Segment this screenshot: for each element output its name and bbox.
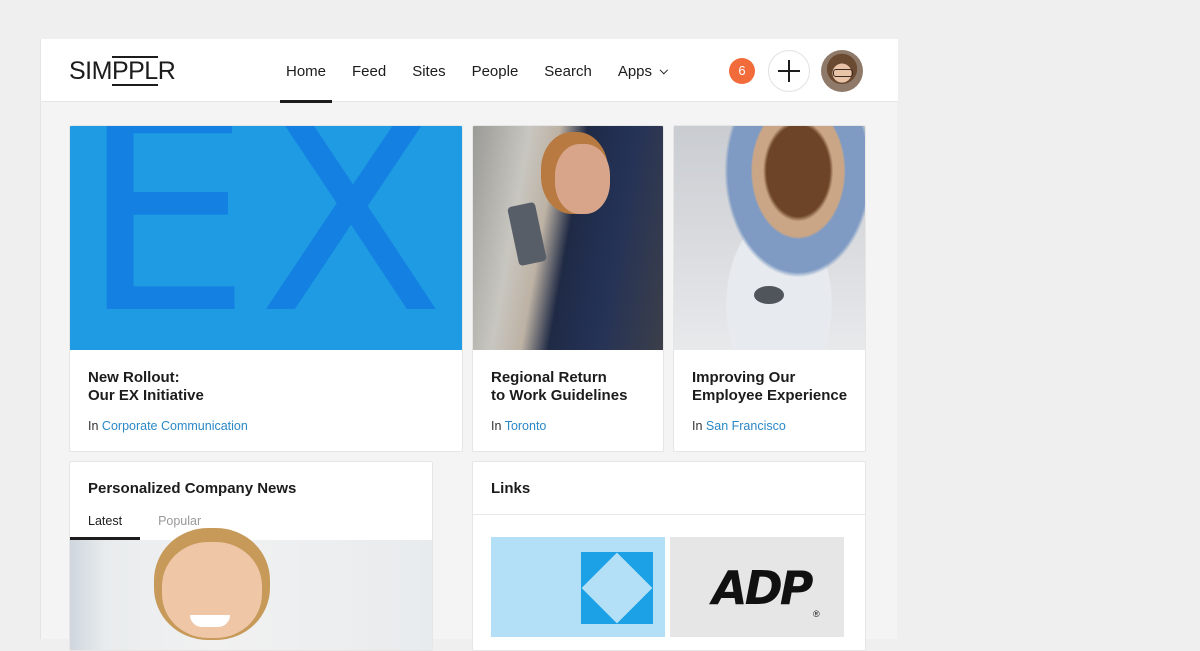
nav-apps[interactable]: Apps <box>605 39 677 102</box>
ex-text: EX <box>80 126 451 350</box>
nav-sites[interactable]: Sites <box>399 39 458 102</box>
panel-title: Personalized Company News <box>88 480 297 497</box>
user-avatar[interactable] <box>821 50 863 92</box>
logo-prefix: SIM <box>69 57 112 85</box>
site-link[interactable]: Corporate Communication <box>102 419 248 433</box>
card-meta: In San Francisco <box>692 419 853 433</box>
link-tile-adp[interactable]: ADP ® <box>670 537 844 637</box>
link-tile-blue-diamond[interactable] <box>491 537 665 637</box>
card-meta: In Corporate Communication <box>88 419 450 433</box>
nav-apps-label: Apps <box>617 63 653 80</box>
logo-suffix: R <box>157 57 176 85</box>
card-title[interactable]: Regional Return to Work Guidelines <box>491 369 651 405</box>
featured-card-toronto[interactable]: Regional Return to Work Guidelines In To… <box>472 125 664 452</box>
top-header: SIMPPLR Home Feed Sites People Search Ap… <box>41 39 898 103</box>
featured-card-ex[interactable]: EX New Rollout: Our EX Initiative In Cor… <box>69 125 463 452</box>
card-meta: In Toronto <box>491 419 651 433</box>
app-window: SIMPPLR Home Feed Sites People Search Ap… <box>40 39 898 651</box>
coffee-cup-image <box>674 126 865 350</box>
woman-with-tablet-image <box>473 126 663 350</box>
divider <box>473 514 865 515</box>
main-nav: Home Feed Sites People Search Apps <box>273 39 677 103</box>
site-link[interactable]: Toronto <box>505 419 547 433</box>
panel-title: Links <box>491 480 531 497</box>
add-button[interactable] <box>768 50 810 92</box>
smiling-woman-image[interactable] <box>70 540 432 650</box>
notification-badge[interactable]: 6 <box>729 58 755 84</box>
ex-banner-image: EX <box>70 126 462 350</box>
tab-latest[interactable]: Latest <box>70 510 141 540</box>
meta-prefix: In <box>88 419 99 433</box>
registered-mark: ® <box>813 609 820 619</box>
nav-people[interactable]: People <box>459 39 532 102</box>
site-link[interactable]: San Francisco <box>706 419 786 433</box>
links-panel: Links ADP ® <box>472 461 866 651</box>
nav-search[interactable]: Search <box>531 39 605 102</box>
nav-home[interactable]: Home <box>273 39 339 103</box>
meta-prefix: In <box>692 419 703 433</box>
news-tabs: Latest Popular <box>70 510 219 540</box>
card-title[interactable]: Improving Our Employee Experience <box>692 369 853 405</box>
chevron-down-icon <box>659 65 669 75</box>
adp-logo: ADP <box>712 561 813 615</box>
company-news-panel: Personalized Company News Latest Popular <box>69 461 433 651</box>
nav-feed[interactable]: Feed <box>339 39 399 102</box>
logo-middle: PPL <box>111 56 158 86</box>
featured-card-sf[interactable]: Improving Our Employee Experience In San… <box>673 125 866 452</box>
meta-prefix: In <box>491 419 502 433</box>
tab-popular[interactable]: Popular <box>140 510 219 540</box>
simpplr-logo[interactable]: SIMPPLR <box>69 56 176 86</box>
card-title[interactable]: New Rollout: Our EX Initiative <box>88 369 450 405</box>
